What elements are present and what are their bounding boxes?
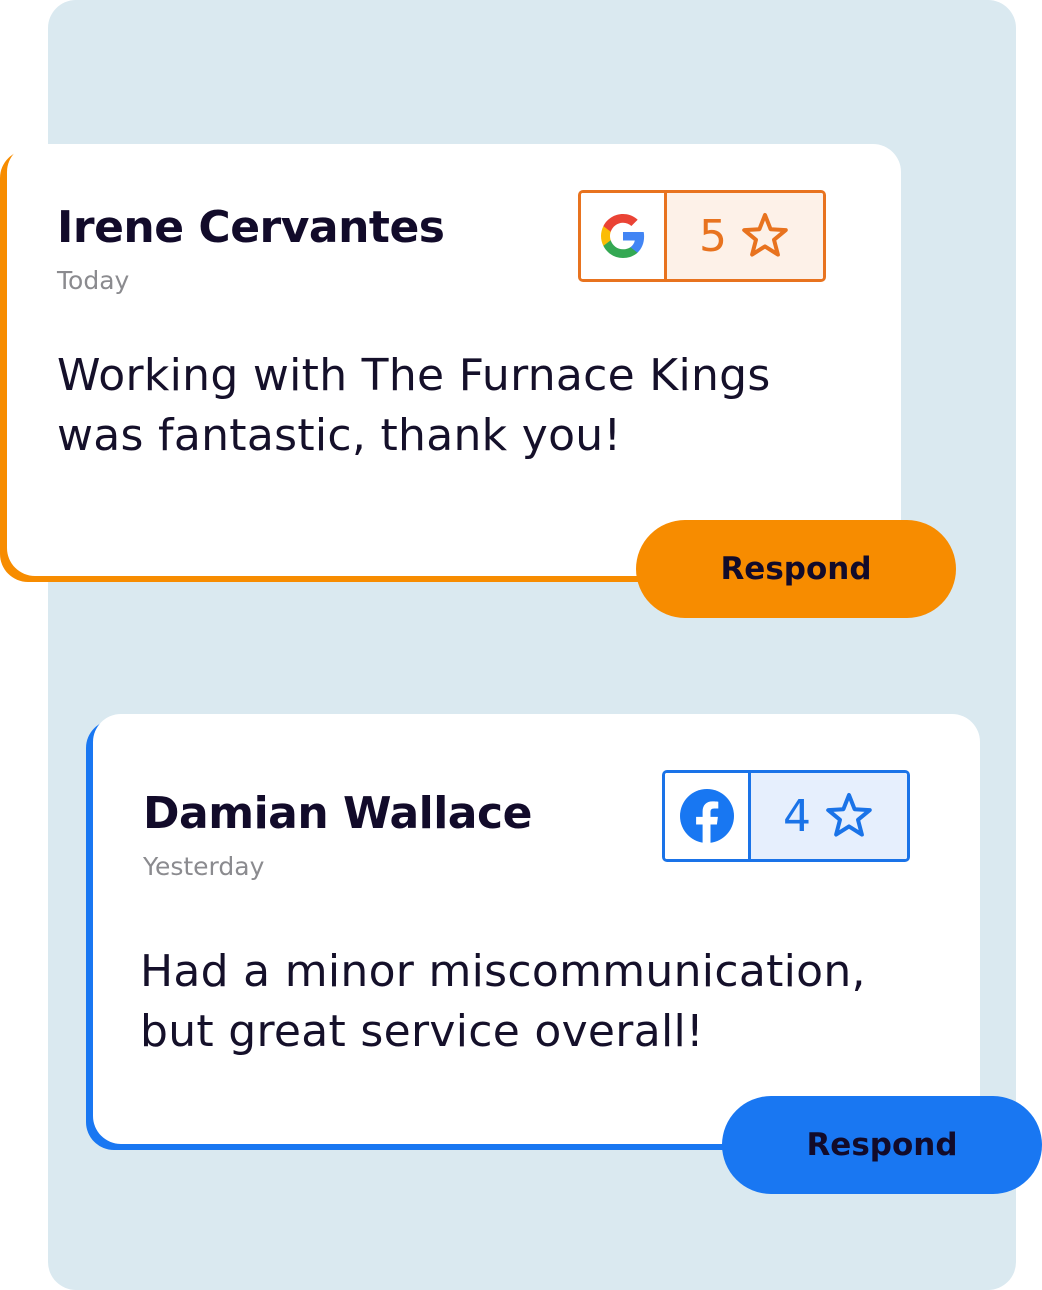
review-text: Working with The Furnace Kings was fanta… (57, 346, 771, 466)
review-text: Had a minor miscommunication, but great … (140, 942, 866, 1062)
review-date: Today (57, 266, 130, 295)
google-icon (581, 193, 667, 279)
review-date: Yesterday (143, 852, 265, 881)
review-text-line: but great service overall! (140, 1006, 704, 1057)
star-outline-icon (826, 793, 872, 837)
review-source-rating-badge: 4 (662, 770, 910, 862)
rating: 5 (667, 193, 823, 279)
review-text-line: was fantastic, thank you! (57, 410, 622, 461)
facebook-icon (665, 773, 751, 859)
rating-value: 4 (783, 790, 811, 842)
reviewer-name: Damian Wallace (143, 788, 532, 839)
respond-button[interactable]: Respond (636, 520, 956, 618)
star-outline-icon (742, 213, 788, 257)
respond-button[interactable]: Respond (722, 1096, 1042, 1194)
review-text-line: Working with The Furnace Kings (57, 350, 771, 401)
rating-value: 5 (699, 210, 727, 262)
reviewer-name: Irene Cervantes (57, 202, 445, 253)
review-text-line: Had a minor miscommunication, (140, 946, 866, 997)
rating: 4 (751, 773, 907, 859)
review-source-rating-badge: 5 (578, 190, 826, 282)
